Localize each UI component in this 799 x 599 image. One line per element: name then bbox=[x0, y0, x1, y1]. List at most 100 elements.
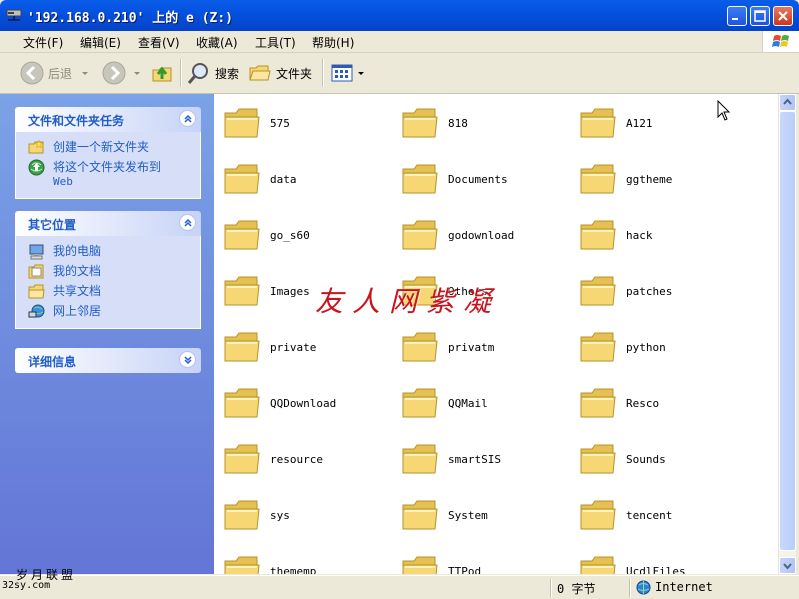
site-watermark-url: 32sy.com bbox=[2, 580, 51, 591]
folder-item[interactable]: Documents bbox=[392, 150, 570, 206]
menu-favorites[interactable]: 收藏(A) bbox=[196, 34, 238, 51]
folder-item[interactable]: UcdlFiles bbox=[570, 542, 748, 574]
folder-item[interactable]: smartSIS bbox=[392, 430, 570, 486]
back-label: 后退 bbox=[48, 66, 73, 81]
forward-dropdown-icon[interactable] bbox=[132, 68, 142, 78]
mouse-cursor-icon bbox=[717, 100, 731, 121]
windows-flag-icon bbox=[772, 35, 789, 47]
forward-arrow-icon bbox=[102, 61, 126, 85]
folder-item[interactable]: Sounds bbox=[570, 430, 748, 486]
folder-name: smartSIS bbox=[448, 453, 501, 466]
folder-item[interactable]: go_s60 bbox=[214, 206, 392, 262]
scroll-thumb[interactable] bbox=[779, 111, 796, 551]
details-panel: 详细信息 bbox=[15, 348, 201, 373]
folder-item[interactable]: python bbox=[570, 318, 748, 374]
folder-item[interactable]: TTPod bbox=[392, 542, 570, 574]
other-places-header[interactable]: 其它位置 bbox=[15, 211, 201, 236]
vertical-scrollbar[interactable] bbox=[778, 94, 796, 574]
folder-icon bbox=[580, 276, 616, 306]
folder-name: go_s60 bbox=[270, 229, 310, 242]
publish-web-label-2: Web bbox=[53, 175, 73, 188]
my-documents-link[interactable]: 我的文档 bbox=[16, 262, 200, 282]
folder-item[interactable]: ggtheme bbox=[570, 150, 748, 206]
folder-item[interactable]: System bbox=[392, 486, 570, 542]
menu-tools[interactable]: 工具(T) bbox=[255, 34, 296, 51]
menu-view[interactable]: 查看(V) bbox=[138, 34, 180, 51]
other-places-panel: 其它位置 我的电脑 我的文档 共享文档 网上邻居 bbox=[15, 211, 201, 329]
search-button[interactable]: 搜索 bbox=[187, 59, 239, 87]
folder-name: QQDownload bbox=[270, 397, 337, 410]
shared-documents-icon bbox=[28, 284, 45, 299]
folder-item[interactable]: 818 bbox=[392, 94, 570, 150]
title-bar[interactable]: '192.168.0.210' 上的 e (Z:) bbox=[0, 0, 799, 31]
folders-label: 文件夹 bbox=[276, 66, 313, 81]
views-button[interactable] bbox=[330, 59, 366, 87]
scroll-down-arrow[interactable] bbox=[779, 557, 796, 574]
file-list: 575 818 A121 data Documents ggtheme go_s60 godo… bbox=[214, 94, 778, 574]
folder-item[interactable]: 575 bbox=[214, 94, 392, 150]
folder-icon bbox=[580, 500, 616, 530]
maximize-icon bbox=[754, 10, 766, 22]
close-button[interactable] bbox=[773, 6, 793, 26]
folder-icon bbox=[402, 332, 438, 362]
menu-help[interactable]: 帮助(H) bbox=[312, 34, 354, 51]
details-header[interactable]: 详细信息 bbox=[15, 348, 201, 373]
status-bar: 0 字节 Internet bbox=[0, 575, 799, 599]
folder-item[interactable]: thememp bbox=[214, 542, 392, 574]
folder-name: A121 bbox=[626, 117, 653, 130]
network-places-link[interactable]: 网上邻居 bbox=[16, 302, 200, 322]
shared-documents-link[interactable]: 共享文档 bbox=[16, 282, 200, 302]
maximize-button[interactable] bbox=[750, 6, 770, 26]
folder-item[interactable]: resource bbox=[214, 430, 392, 486]
folder-name: data bbox=[270, 173, 297, 186]
menu-edit[interactable]: 编辑(E) bbox=[80, 34, 121, 51]
folder-icon bbox=[402, 500, 438, 530]
forward-button[interactable] bbox=[102, 59, 142, 87]
folder-name: Sounds bbox=[626, 453, 666, 466]
my-computer-link[interactable]: 我的电脑 bbox=[16, 242, 200, 262]
folder-name: privatm bbox=[448, 341, 495, 354]
folder-name: thememp bbox=[270, 565, 317, 574]
watermark-text: 友人网紫凝 bbox=[315, 285, 501, 318]
folder-item[interactable]: tencent bbox=[570, 486, 748, 542]
publish-web-link[interactable]: 将这个文件夹发布到 Web bbox=[16, 158, 200, 192]
folder-item[interactable]: private bbox=[214, 318, 392, 374]
expand-icon[interactable] bbox=[179, 351, 196, 368]
collapse-icon[interactable] bbox=[179, 110, 196, 127]
folders-button[interactable]: 文件夹 bbox=[248, 59, 312, 87]
new-folder-link[interactable]: 创建一个新文件夹 bbox=[16, 138, 200, 158]
menu-file[interactable]: 文件(F) bbox=[23, 34, 63, 51]
back-dropdown-icon[interactable] bbox=[80, 68, 90, 78]
collapse-icon[interactable] bbox=[179, 214, 196, 231]
windows-logo bbox=[762, 31, 799, 52]
details-title: 详细信息 bbox=[28, 355, 77, 369]
folder-icon bbox=[580, 444, 616, 474]
new-folder-label: 创建一个新文件夹 bbox=[53, 140, 150, 154]
back-button[interactable]: 后退 bbox=[20, 59, 90, 87]
folder-item[interactable]: patches bbox=[570, 262, 748, 318]
folder-icon bbox=[402, 444, 438, 474]
up-folder-icon bbox=[152, 66, 172, 82]
folder-item[interactable]: data bbox=[214, 150, 392, 206]
file-tasks-title: 文件和文件夹任务 bbox=[28, 114, 125, 128]
folder-icon bbox=[402, 108, 438, 138]
folder-item[interactable]: QQMail bbox=[392, 374, 570, 430]
folder-item[interactable]: godownload bbox=[392, 206, 570, 262]
file-tasks-header[interactable]: 文件和文件夹任务 bbox=[15, 107, 201, 132]
publish-web-label: 将这个文件夹发布到 bbox=[53, 160, 162, 174]
folder-item[interactable]: sys bbox=[214, 486, 392, 542]
toolbar: 后退 搜索 文件夹 bbox=[0, 53, 799, 94]
folder-icon bbox=[224, 164, 260, 194]
internet-globe-icon bbox=[636, 580, 651, 595]
up-folder-button[interactable] bbox=[150, 59, 174, 87]
folder-icon bbox=[224, 332, 260, 362]
folder-item[interactable]: privatm bbox=[392, 318, 570, 374]
folder-item[interactable]: hack bbox=[570, 206, 748, 262]
folder-item[interactable]: Resco bbox=[570, 374, 748, 430]
scroll-up-arrow[interactable] bbox=[779, 94, 796, 111]
my-documents-icon bbox=[28, 264, 44, 279]
folder-icon bbox=[224, 108, 260, 138]
folder-item[interactable]: QQDownload bbox=[214, 374, 392, 430]
folder-icon bbox=[224, 500, 260, 530]
minimize-button[interactable] bbox=[727, 6, 747, 26]
